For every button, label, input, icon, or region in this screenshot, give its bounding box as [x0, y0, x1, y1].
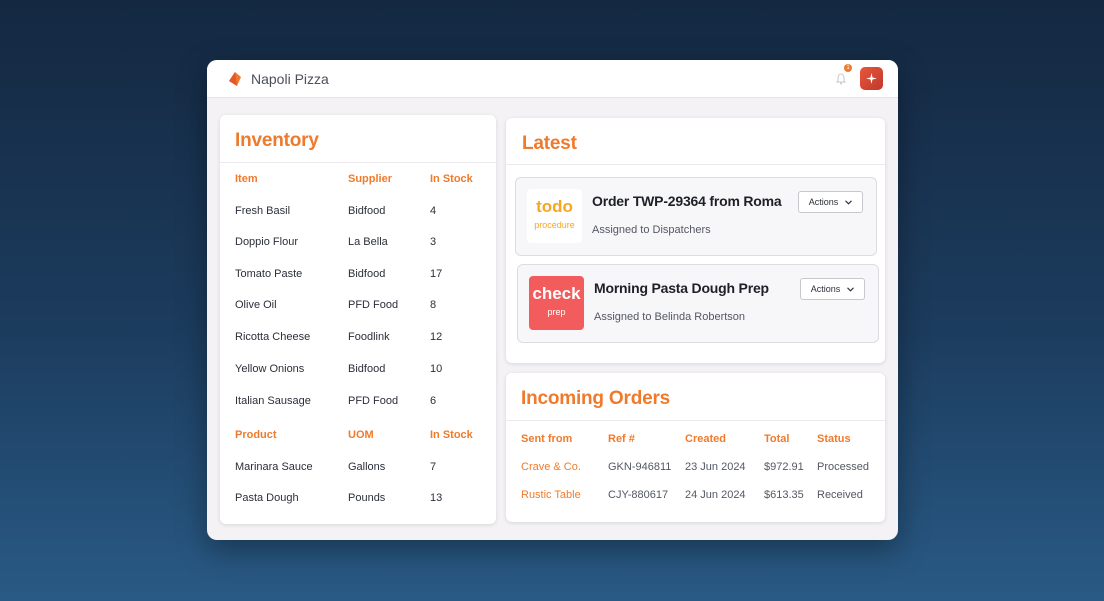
uom-cell: Gallons: [348, 461, 386, 473]
notification-badge: 1: [844, 64, 852, 72]
supplier-cell: Bidfood: [348, 268, 386, 280]
divider: [506, 420, 885, 421]
task-assignee: Assigned to Dispatchers: [592, 224, 711, 236]
inventory-title: Inventory: [235, 130, 319, 151]
incoming-orders-card: Incoming Orders Sent from Ref # Created …: [506, 373, 885, 522]
table-row[interactable]: Doppio Flour La Bella 3: [235, 236, 485, 252]
napoli-logo-icon: [229, 71, 241, 86]
table-row[interactable]: Ricotta Cheese Foodlink 12: [235, 331, 485, 347]
table-row[interactable]: Marinara Sauce Gallons 7: [235, 461, 485, 477]
product-cell: Marinara Sauce: [235, 461, 313, 473]
supplier-cell: Foodlink: [348, 331, 390, 343]
table-row[interactable]: Tomato Paste Bidfood 17: [235, 268, 485, 284]
table-row[interactable]: Olive Oil PFD Food 8: [235, 299, 485, 315]
item-cell: Ricotta Cheese: [235, 331, 311, 343]
supplier-cell: PFD Food: [348, 395, 399, 407]
latest-title: Latest: [522, 133, 577, 154]
product-header-row: Product UOM In Stock: [235, 429, 485, 445]
stock-cell: 12: [430, 331, 443, 343]
uom-cell: Pounds: [348, 492, 386, 504]
total-cell: $972.91: [764, 461, 804, 473]
task-title: Order TWP-29364 from Roma: [592, 193, 782, 209]
table-row[interactable]: Rustic Table CJY-880617 24 Jun 2024 $613…: [521, 489, 876, 505]
actions-label: Actions: [808, 197, 839, 207]
column-header: Total: [764, 433, 790, 445]
orders-header-row: Sent from Ref # Created Total Status: [521, 433, 876, 449]
table-row[interactable]: Crave & Co. GKN-946811 23 Jun 2024 $972.…: [521, 461, 876, 477]
task-card[interactable]: todo procedure Order TWP-29364 from Roma…: [515, 177, 877, 256]
badge-label: todo: [536, 197, 573, 216]
stock-cell: 17: [430, 268, 443, 280]
chevron-down-icon: [845, 199, 853, 205]
stock-cell: 3: [430, 236, 437, 248]
column-header: UOM: [348, 429, 374, 441]
item-cell: Doppio Flour: [235, 236, 298, 248]
item-cell: Tomato Paste: [235, 268, 303, 280]
actions-label: Actions: [810, 284, 841, 294]
divider: [220, 162, 496, 163]
task-assignee: Assigned to Belinda Robertson: [594, 311, 746, 323]
actions-button[interactable]: Actions: [798, 191, 863, 213]
table-row[interactable]: Italian Sausage PFD Food 6: [235, 395, 485, 411]
stock-cell: 8: [430, 299, 437, 311]
task-card[interactable]: check prep Morning Pasta Dough Prep Assi…: [517, 264, 879, 343]
bell-icon[interactable]: [836, 73, 846, 85]
orders-title: Incoming Orders: [521, 388, 671, 409]
table-row[interactable]: Pasta Dough Pounds 13: [235, 492, 485, 508]
task-title: Morning Pasta Dough Prep: [594, 280, 769, 296]
chevron-down-icon: [847, 286, 855, 292]
latest-card: Latest todo procedure Order TWP-29364 fr…: [506, 118, 885, 363]
supplier-cell: PFD Food: [348, 299, 399, 311]
stock-cell: 7: [430, 461, 437, 473]
status-cell: Processed: [817, 461, 869, 473]
divider: [506, 164, 885, 165]
supplier-cell: Bidfood: [348, 205, 386, 217]
inventory-card: Inventory Item Supplier In Stock Fresh B…: [220, 115, 496, 524]
column-header: In Stock: [430, 429, 473, 441]
status-cell: Received: [817, 489, 863, 501]
stock-cell: 10: [430, 363, 443, 375]
table-row[interactable]: Fresh Basil Bidfood 4: [235, 205, 485, 221]
column-header: Sent from: [521, 433, 573, 445]
supplier-cell: Bidfood: [348, 363, 386, 375]
todo-badge: todo procedure: [527, 189, 582, 243]
stock-cell: 4: [430, 205, 437, 217]
column-header: Supplier: [348, 173, 393, 185]
column-header: Product: [235, 429, 277, 441]
item-cell: Yellow Onions: [235, 363, 305, 375]
item-cell: Italian Sausage: [235, 395, 311, 407]
sender-link[interactable]: Crave & Co.: [521, 461, 581, 473]
item-cell: Olive Oil: [235, 299, 277, 311]
created-cell: 24 Jun 2024: [685, 489, 746, 501]
column-header: In Stock: [430, 173, 473, 185]
actions-button[interactable]: Actions: [800, 278, 865, 300]
sender-link[interactable]: Rustic Table: [521, 489, 581, 501]
stock-cell: 6: [430, 395, 437, 407]
badge-sublabel: procedure: [534, 220, 575, 230]
column-header: Ref #: [608, 433, 635, 445]
check-badge: check prep: [529, 276, 584, 330]
product-cell: Pasta Dough: [235, 492, 299, 504]
top-bar: Napoli Pizza 1: [207, 60, 898, 98]
stock-cell: 13: [430, 492, 443, 504]
app-title: Napoli Pizza: [251, 70, 329, 87]
table-row[interactable]: Yellow Onions Bidfood 10: [235, 363, 485, 379]
column-header: Item: [235, 173, 258, 185]
column-header: Status: [817, 433, 851, 445]
app-window: Napoli Pizza 1 Inventory Item Supplier I…: [207, 60, 898, 540]
created-cell: 23 Jun 2024: [685, 461, 746, 473]
badge-sublabel: prep: [547, 307, 566, 317]
column-header: Created: [685, 433, 726, 445]
badge-label: check: [532, 284, 581, 303]
total-cell: $613.35: [764, 489, 804, 501]
sparkle-icon: [866, 73, 877, 84]
inventory-header-row: Item Supplier In Stock: [235, 173, 485, 189]
item-cell: Fresh Basil: [235, 205, 291, 217]
avatar[interactable]: [860, 67, 883, 90]
supplier-cell: La Bella: [348, 236, 388, 248]
ref-cell: GKN-946811: [608, 461, 672, 473]
ref-cell: CJY-880617: [608, 489, 669, 501]
